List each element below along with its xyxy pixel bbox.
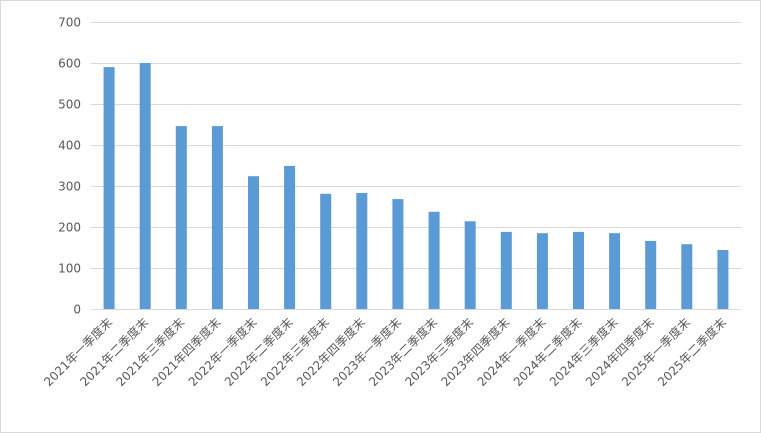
bar-13 (536, 233, 548, 309)
chart-frame: 0 100 200 300 400 500 600 700 2021年一季度末 2021年二季度… (0, 0, 761, 433)
bar-2 (139, 63, 151, 309)
bar-chart: 0 100 200 300 400 500 600 700 2021年一季度末2021年二季度… (41, 16, 741, 390)
bar-17 (681, 244, 693, 309)
bar-9 (392, 199, 404, 309)
bar-6 (284, 165, 296, 309)
y-tick-label: 100 (58, 262, 81, 276)
y-tick-label: 400 (58, 139, 81, 153)
bar-16 (645, 240, 657, 309)
bar-8 (356, 193, 368, 309)
bar-1 (103, 67, 115, 309)
y-tick-label: 500 (58, 98, 81, 112)
y-axis-tick-labels: 0 100 200 300 400 500 600 700 (58, 16, 81, 317)
bar-12 (500, 231, 512, 309)
bar-18 (717, 250, 729, 309)
y-tick-label: 600 (58, 57, 81, 71)
gridlines (91, 22, 741, 269)
x-axis-category-labels: 2021年一季度末2021年二季度末2021年三季度末2021年四季度末2022… (41, 315, 730, 390)
y-tick-label: 300 (58, 180, 81, 194)
bar-7 (320, 193, 332, 309)
y-tick-label: 0 (73, 303, 81, 317)
bar-14 (573, 231, 584, 309)
bar-11 (464, 221, 476, 309)
bar-10 (428, 211, 440, 309)
bar-15 (609, 233, 621, 309)
y-tick-label: 200 (58, 221, 81, 235)
bar-4 (211, 126, 223, 309)
bar-5 (248, 176, 259, 309)
y-tick-label: 700 (58, 16, 81, 30)
bar-3 (175, 126, 187, 309)
